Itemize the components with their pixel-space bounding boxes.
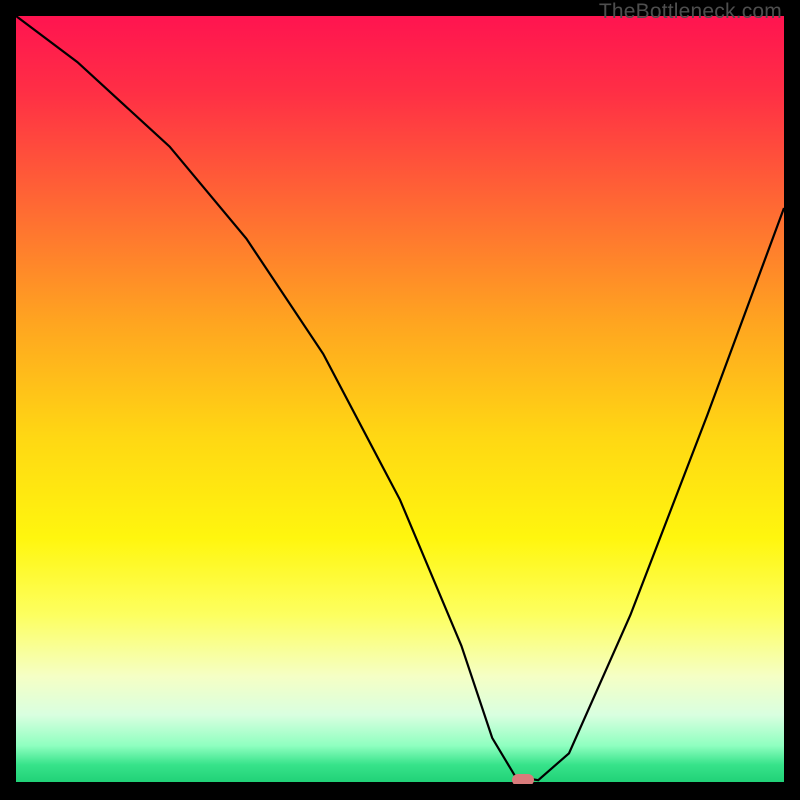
optimal-marker [512,774,534,784]
plot-area [16,16,784,784]
chart-container: TheBottleneck.com [0,0,800,800]
bottleneck-curve [16,16,784,784]
watermark-text: TheBottleneck.com [599,0,782,24]
